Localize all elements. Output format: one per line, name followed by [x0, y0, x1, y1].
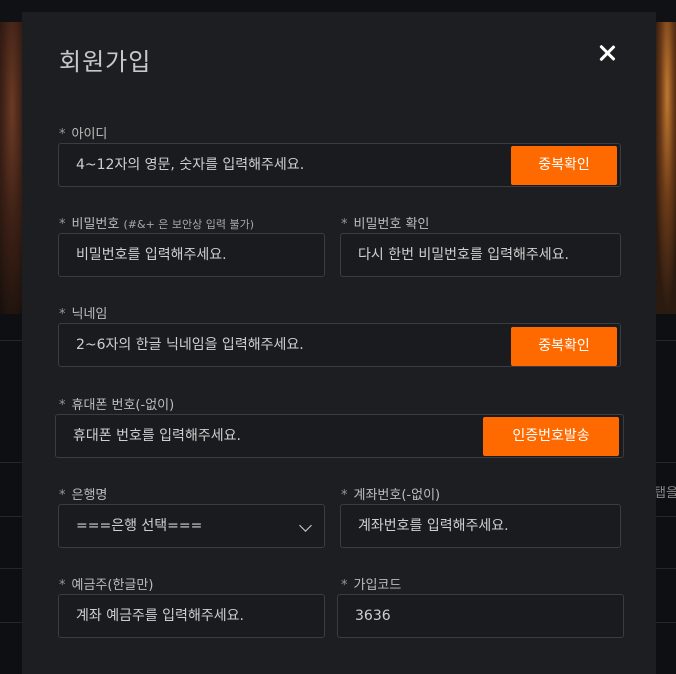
modal-title: 회원가입	[59, 48, 152, 76]
join-code-label: * 가입코드	[341, 578, 402, 593]
phone-label: * 휴대폰 번호(-없이)	[59, 398, 175, 413]
password-label: * 비밀번호 (#&+ 은 보안상 입력 불가)	[59, 217, 255, 232]
password-confirm-field[interactable]	[340, 233, 621, 277]
password-confirm-label: * 비밀번호 확인	[341, 217, 430, 232]
required-mark: *	[59, 127, 66, 142]
required-mark: *	[59, 217, 66, 232]
required-mark: *	[341, 488, 348, 503]
required-mark: *	[59, 578, 66, 593]
join-code-input[interactable]	[355, 595, 606, 637]
account-label: * 계좌번호(-없이)	[341, 488, 441, 503]
password-note: (#&+ 은 보안상 입력 불가)	[123, 218, 255, 231]
user-id-label: * 아이디	[59, 127, 108, 142]
password-field[interactable]	[58, 233, 325, 277]
password-input[interactable]	[76, 234, 307, 276]
account-field[interactable]	[340, 504, 621, 548]
holder-label: * 예금주(한글만)	[59, 578, 154, 593]
holder-input[interactable]	[76, 595, 307, 637]
user-id-check-button[interactable]: 중복확인	[511, 146, 617, 185]
required-mark: *	[59, 307, 66, 322]
required-mark: *	[341, 578, 348, 593]
signup-modal: 회원가입 *아이디 중복확인 *비밀번호 (#&+ 은 보안상 입력 불가) *…	[22, 12, 656, 674]
required-mark: *	[341, 217, 348, 232]
required-mark: *	[59, 488, 66, 503]
account-input[interactable]	[358, 505, 603, 547]
nickname-label: * 닉네임	[59, 307, 108, 322]
background-side-text: 탭을	[654, 486, 676, 501]
required-mark: *	[59, 398, 66, 413]
password-confirm-input[interactable]	[358, 234, 603, 276]
bank-select[interactable]: ===은행 선택===	[58, 504, 325, 548]
holder-field[interactable]	[58, 594, 325, 638]
bank-label: * 은행명	[59, 488, 108, 503]
bank-selected-value: ===은행 선택===	[76, 518, 203, 534]
send-verification-button[interactable]: 인증번호발송	[483, 417, 619, 456]
banner-image-right	[654, 22, 676, 314]
close-icon[interactable]	[596, 42, 618, 64]
join-code-field[interactable]	[337, 594, 624, 638]
nickname-check-button[interactable]: 중복확인	[511, 327, 617, 366]
